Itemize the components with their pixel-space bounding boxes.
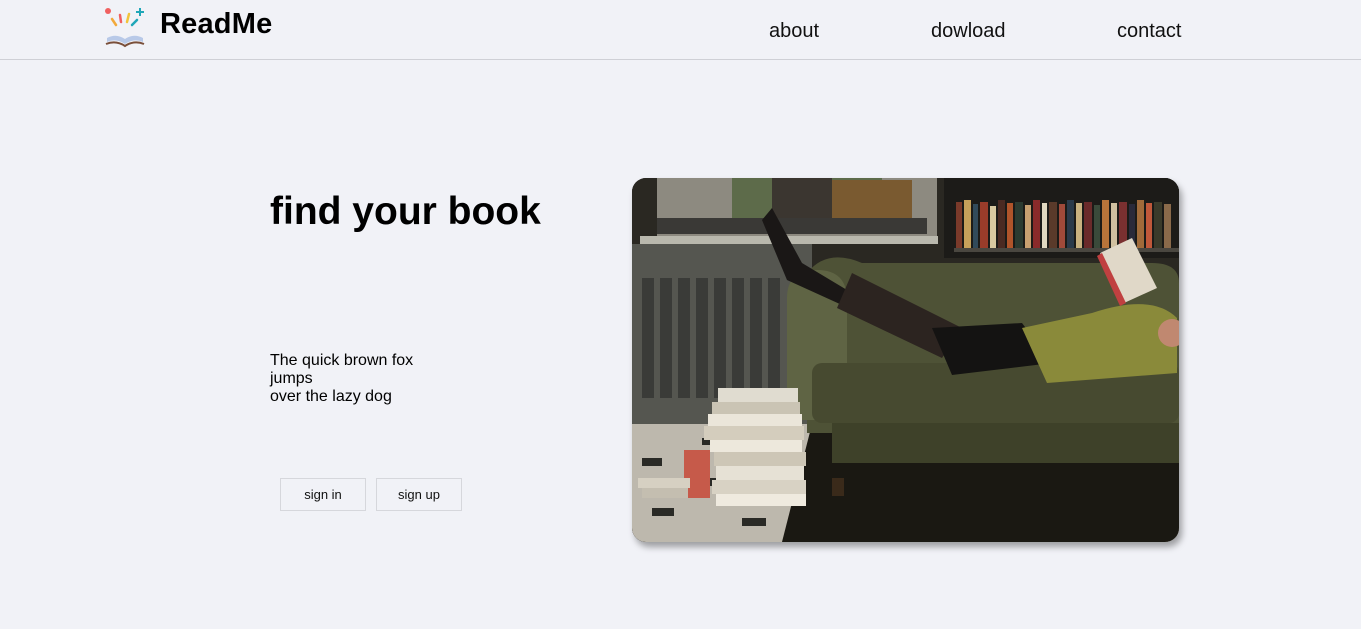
open-book-sparkle-icon[interactable] [104, 7, 146, 49]
hero-title: find your book [270, 190, 541, 233]
hero-image [632, 178, 1179, 542]
nav-link-about[interactable]: about [769, 20, 819, 43]
tagline-line: The quick brown fox [270, 352, 414, 369]
sign-in-button[interactable]: sign in [280, 478, 366, 511]
top-navbar: ReadMe about dowload contact [0, 0, 1361, 60]
tagline-line: jumps [270, 370, 313, 387]
sign-up-button[interactable]: sign up [376, 478, 462, 511]
nav-link-download[interactable]: dowload [931, 20, 1006, 43]
nav-link-contact[interactable]: contact [1117, 20, 1181, 43]
tagline-line: over the lazy dog [270, 388, 392, 405]
woman-reading-on-sofa-photo [632, 178, 1179, 542]
brand-name[interactable]: ReadMe [160, 8, 272, 41]
hero-tagline: The quick brown fox jumps over the lazy … [270, 352, 413, 406]
